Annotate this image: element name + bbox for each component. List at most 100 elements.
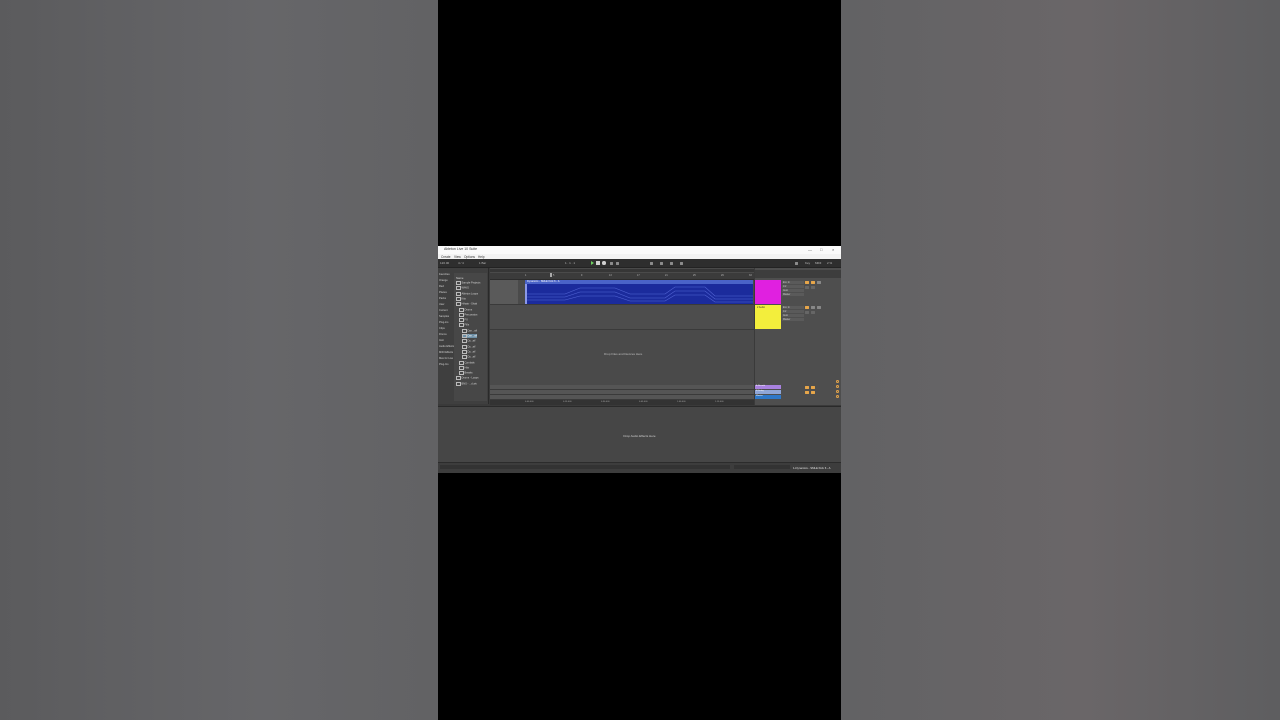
track-1-volume[interactable]	[805, 286, 809, 289]
position-display[interactable]: 1 . 1 . 1	[565, 261, 575, 265]
key-map-button[interactable]: Key	[805, 261, 810, 265]
return-b-header[interactable]: B Delay	[755, 390, 781, 394]
beat-time-ruler[interactable]: 1 5 9 13 17 21 25 29 33	[490, 273, 754, 280]
return-b-solo-button[interactable]	[811, 391, 815, 394]
browser-collection-item[interactable]: Places	[439, 291, 447, 294]
drop-area[interactable]: Drop Files and Devices Here	[490, 330, 754, 380]
browser-tree-item[interactable]: Fills	[459, 323, 469, 328]
quantize-menu[interactable]: 1 Bar	[479, 261, 486, 265]
punch-out-icon[interactable]	[670, 261, 673, 265]
stop-icon[interactable]	[596, 261, 600, 265]
track-1-color-strip[interactable]	[755, 280, 781, 304]
browser-tree-item[interactable]: BNS - ...d.aiv	[456, 381, 477, 386]
time-ruler[interactable]: 0:00:000 0:15:000 0:30:000 0:45:000 1:00:000…	[490, 400, 754, 405]
track-2-color-strip[interactable]: 2 Audio	[755, 305, 781, 329]
browser-collection-item[interactable]: Max for Live	[439, 357, 453, 360]
browser-tree-item[interactable]: Sample Projects	[456, 281, 480, 285]
browser-tree-item[interactable]: Dyn...aif	[462, 328, 477, 333]
audio-track-2-lane[interactable]	[490, 305, 754, 330]
track-2-monitor[interactable]: Auto	[782, 314, 804, 317]
browser-tree-item[interactable]: Dy...aif	[462, 349, 475, 354]
browser-collection-item[interactable]: Red	[439, 285, 444, 288]
track-2-solo-button[interactable]	[811, 306, 815, 309]
returns-toggle-icon[interactable]	[836, 390, 839, 393]
overdub-icon[interactable]	[610, 261, 613, 265]
browser-tree-item[interactable]: Hihats - Shak	[456, 302, 477, 307]
browser-collection-item[interactable]: Clips	[439, 327, 445, 330]
track-1-monitor[interactable]: Auto	[782, 289, 804, 292]
time-signature[interactable]: 4 / 4	[458, 261, 464, 265]
browser-collection-item[interactable]: Plug-Ins	[439, 363, 449, 366]
track-1-empty-area[interactable]	[490, 280, 518, 304]
browser-tree-item[interactable]: Dy...aif	[462, 339, 475, 344]
loop-brace[interactable]	[550, 273, 552, 277]
browser-tree-item[interactable]: Cymbals	[459, 360, 475, 365]
browser-tree-item[interactable]: Ableton Loops	[456, 291, 478, 296]
browser-collection-item[interactable]: Current	[439, 309, 448, 312]
browser-tree-item[interactable]: Hits	[459, 365, 469, 370]
browser-collection-item[interactable]: Packs	[439, 297, 446, 300]
track-1-solo-button[interactable]	[811, 281, 815, 284]
mixer-toggle-icon[interactable]	[836, 395, 839, 398]
browser-tree-item[interactable]: Drums	[459, 307, 472, 312]
minimize-icon[interactable]: —	[808, 247, 812, 252]
track-2-volume[interactable]	[805, 311, 809, 314]
browser-collection-item[interactable]: Drums	[439, 333, 447, 336]
browser-tree-item[interactable]: Kits	[456, 296, 466, 301]
track-2-pan[interactable]	[811, 311, 815, 314]
track-1-pan[interactable]	[811, 286, 815, 289]
midi-map-button[interactable]: MIDI	[815, 261, 821, 265]
track-2-input-type[interactable]: Ext. In	[782, 306, 804, 309]
maximize-icon[interactable]: □	[820, 247, 822, 252]
track-1-arm-button[interactable]	[817, 281, 821, 284]
close-icon[interactable]: ×	[832, 247, 834, 252]
track-2-output[interactable]: Master	[782, 318, 804, 321]
browser-tree-item[interactable]: Dyn...aif	[462, 334, 478, 338]
automation-arm-icon[interactable]	[616, 261, 619, 265]
track-1-input-channel[interactable]: 1/2	[782, 285, 804, 288]
draw-mode-icon[interactable]	[680, 261, 683, 265]
arrangement-overview[interactable]	[490, 269, 754, 272]
browser-tree-item[interactable]: Breaks	[459, 371, 473, 376]
browser-collection-item[interactable]: Instr	[439, 339, 444, 342]
audio-track-1-lane[interactable]: Dynamics - SMLE Kick 6 - A	[490, 280, 754, 305]
browser-collection-item[interactable]: MIDI Effects	[439, 351, 453, 354]
menu-view[interactable]: View	[454, 255, 461, 259]
play-icon[interactable]	[591, 261, 594, 265]
audio-clip[interactable]: Dynamics - SMLE Kick 6 - A	[525, 280, 753, 304]
track-1-input-type[interactable]: Ext. In	[782, 281, 804, 284]
browser-tree-item[interactable]: FX	[459, 318, 468, 323]
device-view[interactable]: Drop Audio Effects Here	[438, 406, 841, 462]
browser-tree-item[interactable]: Drums - Loops	[456, 376, 479, 381]
return-b-activator-button[interactable]	[805, 391, 809, 394]
menu-create[interactable]: Create	[441, 255, 451, 259]
track-1-activator-button[interactable]	[805, 281, 809, 284]
browser-collection-item[interactable]: Audio Effects	[439, 345, 454, 348]
menu-help[interactable]: Help	[478, 255, 485, 259]
track-2-arm-button[interactable]	[817, 306, 821, 309]
browser-tree-item[interactable]: Dy...aif	[462, 355, 475, 360]
menu-options[interactable]: Options	[464, 255, 475, 259]
record-icon[interactable]	[602, 261, 606, 265]
pencil-icon[interactable]	[795, 261, 798, 265]
master-header[interactable]: Master	[755, 395, 781, 399]
bpm-display[interactable]: 120.00	[440, 261, 449, 265]
track-2-activator-button[interactable]	[805, 306, 809, 309]
browser-collection-item[interactable]: Plug-ins	[439, 321, 448, 324]
return-a-activator-button[interactable]	[805, 386, 809, 389]
track-2-input-channel[interactable]: 1/2	[782, 310, 804, 313]
browser-tree-item[interactable]: Dy...aif	[462, 344, 475, 349]
browser-collection-item[interactable]: User	[439, 303, 444, 306]
sends-toggle-icon[interactable]	[836, 385, 839, 388]
return-a-solo-button[interactable]	[811, 386, 815, 389]
io-toggle-icon[interactable]	[836, 380, 839, 383]
browser-tree-item[interactable]: WAVS	[456, 286, 469, 291]
browser-collection-item[interactable]: Orange	[439, 279, 448, 282]
return-a-header[interactable]: A Reverb	[755, 385, 781, 389]
punch-in-icon[interactable]	[660, 261, 663, 265]
browser-collection-item[interactable]: Favorites	[439, 273, 450, 276]
browser-tree-item[interactable]: Percussion	[459, 312, 477, 317]
loop-icon[interactable]	[650, 261, 653, 265]
browser-collection-item[interactable]: Samples	[439, 315, 449, 318]
track-1-output[interactable]: Master	[782, 293, 804, 296]
